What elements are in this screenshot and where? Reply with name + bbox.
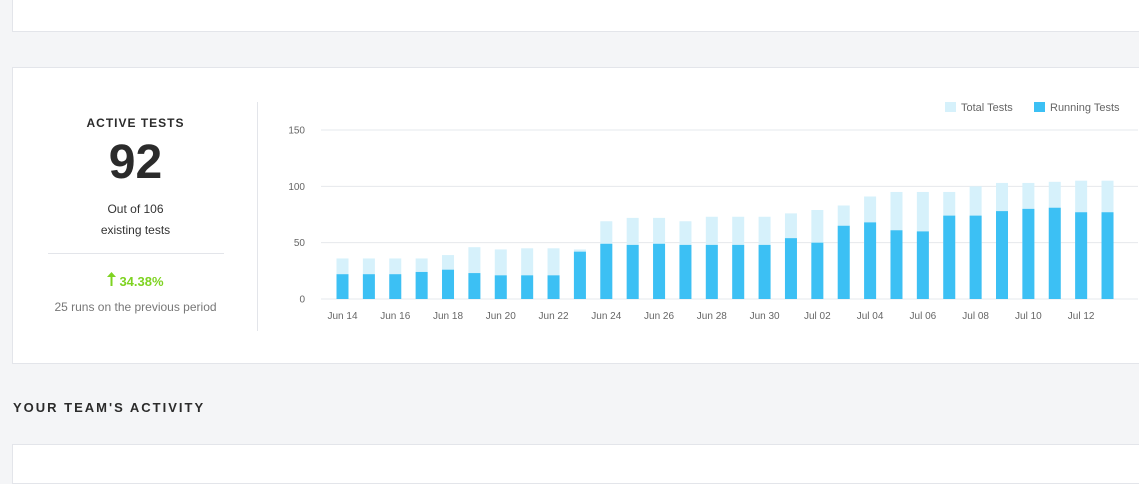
legend-label: Running Tests — [1050, 102, 1120, 114]
x-tick-label: Jun 18 — [433, 311, 463, 322]
active-tests-chart: 0 50 100 150 Jun 14 Jun 16 Jun 18 Jun 20 Jun 22 J… — [288, 102, 1138, 322]
bar-running-tests — [336, 274, 349, 299]
x-tick-label: Jul 10 — [1015, 311, 1042, 322]
bar-running-tests — [547, 275, 560, 299]
bar-running-tests — [811, 242, 824, 299]
bar-running-tests — [600, 243, 613, 299]
y-tick-label: 0 — [299, 295, 305, 306]
x-tick-label: Jun 28 — [697, 311, 727, 322]
bar-running-tests — [732, 244, 745, 299]
team-activity-heading: YOUR TEAM'S ACTIVITY — [13, 400, 206, 415]
active-tests-card: ACTIVE TESTS 92 Out of 106 existing test… — [12, 67, 1139, 364]
x-tick-label: Jul 08 — [962, 311, 989, 322]
bar-running-tests — [890, 230, 903, 299]
bar-running-tests — [468, 273, 481, 299]
team-activity-card — [12, 444, 1139, 484]
y-tick-label: 50 — [294, 238, 306, 249]
x-tick-label: Jun 24 — [591, 311, 621, 322]
bar-running-tests — [943, 215, 956, 299]
bar-running-tests — [679, 244, 692, 299]
bar-running-tests — [1101, 212, 1114, 299]
top-card — [12, 0, 1139, 32]
bar-running-tests — [521, 275, 534, 299]
bar-running-tests — [389, 274, 402, 299]
x-tick-label: Jun 30 — [750, 311, 780, 322]
bar-running-tests — [1075, 212, 1088, 299]
legend-swatch — [945, 102, 956, 112]
bar-running-tests — [653, 243, 666, 299]
bar-running-tests — [969, 215, 982, 299]
x-tick-label: Jul 12 — [1068, 311, 1095, 322]
bar-running-tests — [362, 274, 375, 299]
x-tick-label: Jul 06 — [910, 311, 937, 322]
y-tick-label: 100 — [288, 182, 305, 193]
bar-running-tests — [573, 251, 586, 299]
bar-running-tests — [442, 269, 455, 299]
legend-swatch — [1034, 102, 1045, 112]
bar-running-tests — [916, 231, 929, 299]
x-tick-label: Jun 22 — [539, 311, 569, 322]
bar-running-tests — [705, 244, 718, 299]
bar-running-tests — [837, 225, 850, 299]
bar-running-tests — [758, 244, 771, 299]
x-tick-label: Jun 16 — [380, 311, 410, 322]
y-tick-label: 150 — [288, 126, 305, 137]
x-tick-label: Jun 20 — [486, 311, 516, 322]
legend-label: Total Tests — [961, 102, 1013, 114]
bar-running-tests — [1022, 208, 1035, 299]
bar-running-tests — [626, 244, 639, 299]
bar-running-tests — [864, 222, 877, 299]
bar-running-tests — [494, 275, 507, 299]
bar-running-tests — [996, 211, 1008, 299]
x-tick-label: Jul 02 — [804, 311, 831, 322]
x-tick-label: Jun 14 — [327, 311, 357, 322]
bar-running-tests — [1048, 207, 1061, 299]
bar-running-tests — [784, 238, 797, 299]
bar-running-tests — [415, 271, 428, 299]
x-tick-label: Jul 04 — [857, 311, 884, 322]
x-tick-label: Jun 26 — [644, 311, 674, 322]
